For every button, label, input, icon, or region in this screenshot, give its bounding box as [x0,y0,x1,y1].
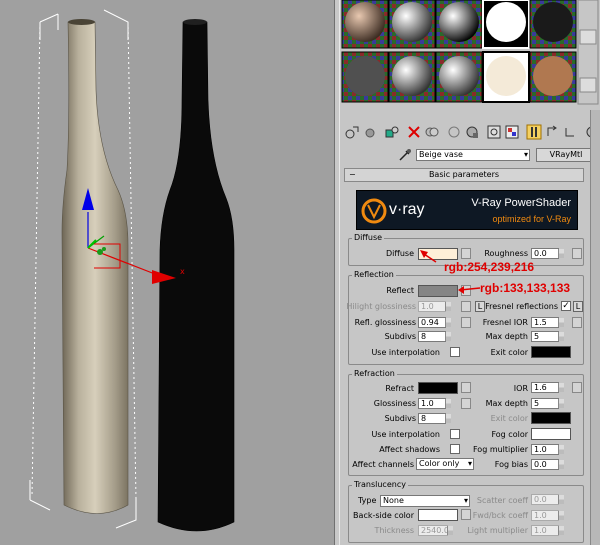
reflect-rgb-annotation: rgb:133,133,133 [480,281,571,295]
black-bottle [157,19,235,532]
beige-bottle [61,19,129,514]
diffuse-rgb-annotation: rgb:254,239,216 [444,260,535,274]
viewport-scene: x [29,9,235,532]
viewport-3d[interactable]: x [0,0,334,545]
axis-x-label: x [180,267,185,276]
